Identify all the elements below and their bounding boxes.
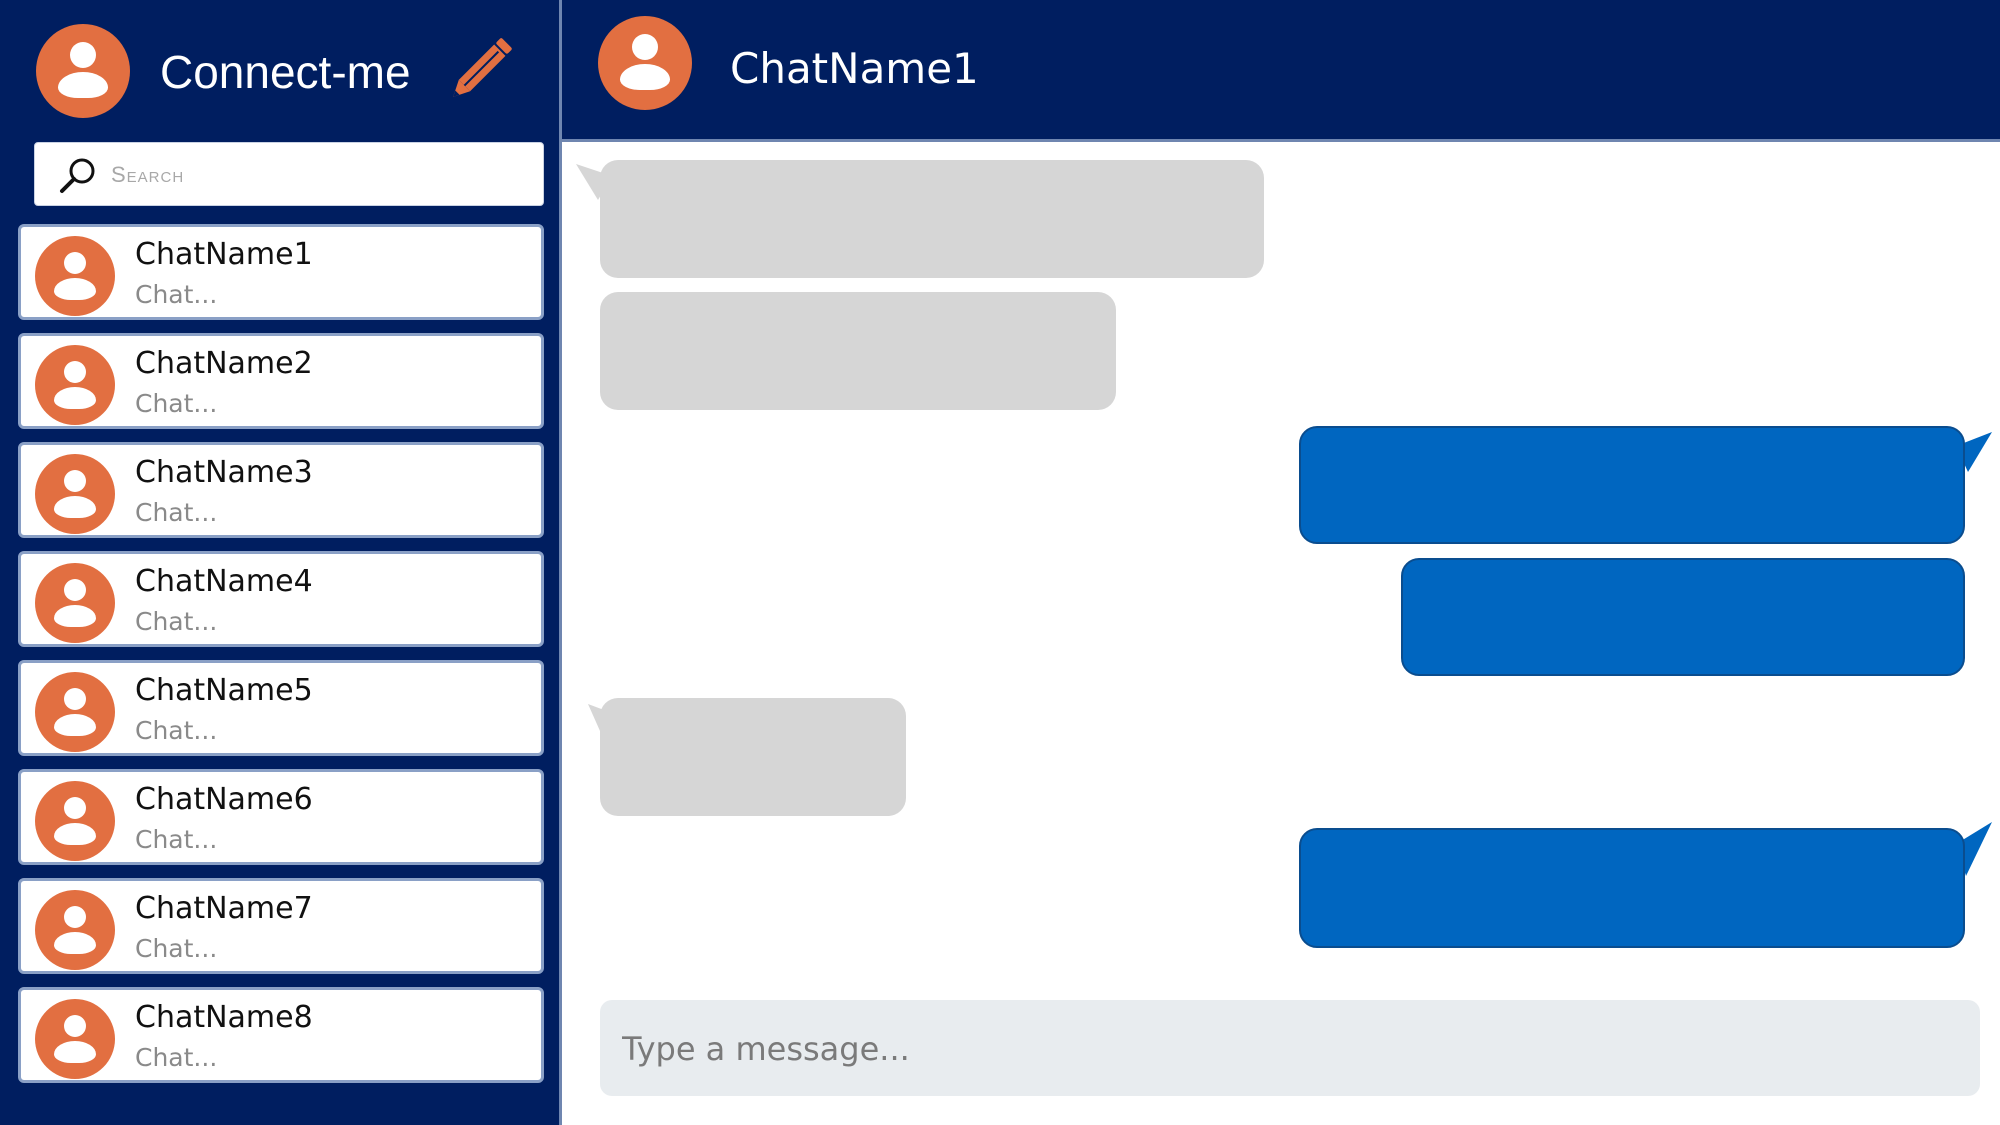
chat-list-item[interactable]: ChatName5 Chat...	[18, 660, 544, 756]
chat-list-item[interactable]: ChatName8 Chat...	[18, 987, 544, 1083]
search-box	[34, 142, 544, 206]
chat-name: ChatName7	[135, 891, 313, 926]
chat-name: ChatName3	[135, 455, 313, 490]
user-avatar-icon	[35, 454, 115, 534]
outgoing-message-bubble	[1299, 426, 1965, 544]
chat-preview: Chat...	[135, 389, 218, 418]
chat-list-item[interactable]: ChatName3 Chat...	[18, 442, 544, 538]
user-avatar-icon	[35, 890, 115, 970]
user-avatar-icon	[35, 999, 115, 1079]
incoming-message-bubble	[600, 698, 906, 816]
chat-list-item[interactable]: ChatName1 Chat...	[18, 224, 544, 320]
user-avatar-icon	[35, 345, 115, 425]
chat-list-item[interactable]: ChatName4 Chat...	[18, 551, 544, 647]
chat-preview: Chat...	[135, 607, 218, 636]
chat-name: ChatName1	[135, 237, 313, 272]
user-avatar-icon	[35, 781, 115, 861]
chat-preview: Chat...	[135, 1043, 218, 1072]
chat-list-item[interactable]: ChatName6 Chat...	[18, 769, 544, 865]
search-icon	[60, 158, 95, 193]
outgoing-message-bubble	[1299, 828, 1965, 948]
message-input[interactable]	[620, 1020, 1924, 1078]
incoming-message-bubble	[600, 160, 1264, 278]
user-avatar-icon	[35, 563, 115, 643]
message-composer	[600, 1000, 1980, 1096]
chat-header: ChatName1	[562, 0, 2000, 142]
app-title: Connect-me	[160, 46, 411, 98]
pencil-icon[interactable]	[440, 30, 520, 110]
chat-name: ChatName5	[135, 673, 313, 708]
chat-preview: Chat...	[135, 280, 218, 309]
chat-list-item[interactable]: ChatName2 Chat...	[18, 333, 544, 429]
search-input[interactable]	[109, 153, 533, 197]
sidebar: Connect-me ChatName1 Chat...	[0, 0, 562, 1125]
chat-preview: Chat...	[135, 934, 218, 963]
message-area	[562, 142, 2000, 982]
chat-name: ChatName2	[135, 346, 313, 381]
chat-title: ChatName1	[730, 44, 979, 93]
user-avatar-icon	[35, 672, 115, 752]
chat-preview: Chat...	[135, 825, 218, 854]
outgoing-message-bubble	[1401, 558, 1965, 676]
chat-name: ChatName4	[135, 564, 313, 599]
chat-preview: Chat...	[135, 716, 218, 745]
chat-list-item[interactable]: ChatName7 Chat...	[18, 878, 544, 974]
chat-name: ChatName8	[135, 1000, 313, 1035]
chat-name: ChatName6	[135, 782, 313, 817]
user-avatar-icon	[35, 236, 115, 316]
incoming-message-bubble	[600, 292, 1116, 410]
chat-preview: Chat...	[135, 498, 218, 527]
app-avatar-icon	[36, 24, 130, 118]
user-avatar-icon	[598, 16, 692, 110]
